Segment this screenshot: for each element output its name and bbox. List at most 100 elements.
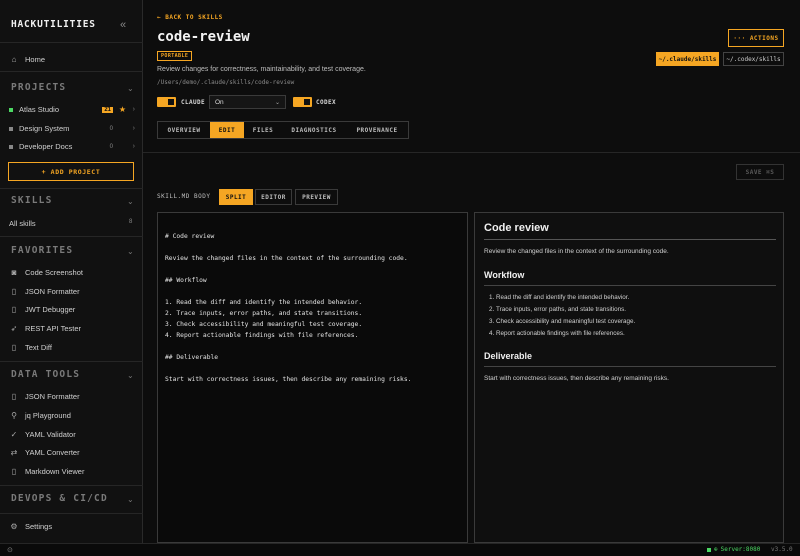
sidebar-item-text-diff[interactable]: ▯ Text Diff	[9, 343, 52, 352]
main-content: ← BACK TO SKILLS code-review PORTABLE Re…	[143, 0, 800, 543]
chevron-right-icon[interactable]: ›	[133, 106, 135, 113]
tab-files[interactable]: FILES	[244, 122, 282, 138]
project-item-atlas-studio[interactable]: Atlas Studio 21 ★ ›	[9, 105, 137, 114]
codex-toggle-label: CODEX	[316, 99, 337, 106]
check-icon: ✓	[10, 430, 18, 439]
chevron-down-icon: ⌄	[274, 99, 280, 106]
preview-steps-list: Read the diff and identify the intended …	[484, 294, 774, 337]
chevron-down-icon[interactable]: ⌄	[127, 247, 134, 256]
sidebar-item-label: JSON Formatter	[25, 392, 80, 401]
sidebar-item-yaml-converter[interactable]: ⇄ YAML Converter	[9, 448, 80, 457]
home-icon: ⌂	[11, 55, 17, 64]
tab-diagnostics[interactable]: DIAGNOSTICS	[282, 122, 346, 138]
project-count-badge: 21	[102, 106, 113, 113]
preview-subheading-deliverable: Deliverable	[484, 351, 776, 367]
chevron-right-icon[interactable]: ›	[133, 143, 135, 150]
view-preview-button[interactable]: PREVIEW	[295, 189, 338, 205]
app-version: v3.5.0	[771, 546, 793, 553]
globe-icon: ⊕	[714, 546, 718, 553]
sidebar-item-settings[interactable]: ⚙ Settings	[9, 522, 52, 531]
claude-toggle[interactable]	[157, 97, 176, 107]
sidebar-item-json-formatter[interactable]: ▯ JSON Formatter	[9, 287, 80, 296]
sidebar-item-label: YAML Validator	[25, 430, 76, 439]
sidebar-item-code-screenshot[interactable]: ◙ Code Screenshot	[9, 268, 83, 277]
chevron-right-icon[interactable]: ›	[133, 125, 135, 132]
data-tools-section-title[interactable]: DATA TOOLS	[11, 369, 80, 380]
sidebar-item-markdown-viewer[interactable]: ▯ Markdown Viewer	[9, 467, 85, 476]
project-name: Design System	[19, 124, 70, 133]
codex-toggle[interactable]	[293, 97, 312, 107]
save-button[interactable]: SAVE ⌘S	[736, 164, 784, 180]
add-project-button[interactable]: + ADD PROJECT	[8, 162, 134, 181]
sidebar-item-all-skills[interactable]: All skills	[9, 219, 36, 228]
view-editor-button[interactable]: EDITOR	[255, 189, 292, 205]
tab-overview[interactable]: OVERVIEW	[158, 122, 210, 138]
projects-section-title[interactable]: PROJECTS	[11, 82, 66, 93]
file-icon: ▯	[11, 305, 17, 314]
back-to-skills-link[interactable]: ← BACK TO SKILLS	[157, 14, 223, 21]
sidebar-item-yaml-validator[interactable]: ✓ YAML Validator	[9, 430, 76, 439]
preview-paragraph: Start with correctness issues, then desc…	[484, 375, 669, 382]
codex-skills-chip[interactable]: ~/.codex/skills	[723, 52, 784, 66]
search-icon: ⚲	[11, 411, 17, 420]
chevron-down-icon[interactable]: ⌄	[127, 371, 134, 380]
sidebar-item-home[interactable]: ⌂ Home	[9, 55, 45, 64]
sidebar-item-json-formatter-2[interactable]: ▯ JSON Formatter	[9, 392, 80, 401]
tab-provenance[interactable]: PROVENANCE	[346, 122, 408, 138]
sidebar-item-rest-api-tester[interactable]: ➶ REST API Tester	[9, 324, 81, 333]
claude-mode-select[interactable]: On ⌄	[209, 95, 286, 109]
preview-subheading-workflow: Workflow	[484, 270, 776, 286]
sidebar-item-jwt-debugger[interactable]: ▯ JWT Debugger	[9, 305, 76, 314]
project-status-dot	[9, 126, 13, 131]
file-icon: ▯	[11, 467, 17, 476]
star-icon[interactable]: ★	[119, 105, 126, 114]
divider	[0, 513, 143, 514]
skill-description: Review changes for correctness, maintain…	[157, 66, 366, 73]
sidebar-item-label: Settings	[25, 522, 53, 531]
list-item: Trace inputs, error paths, and state tra…	[496, 306, 774, 313]
sidebar-item-label: Text Diff	[25, 343, 52, 352]
sidebar-item-label: Home	[25, 55, 46, 64]
sidebar-item-jq-playground[interactable]: ⚲ jq Playground	[9, 411, 71, 420]
project-status-dot	[9, 107, 13, 112]
skill-path: /Users/demo/.claude/skills/code-review	[157, 79, 295, 86]
sidebar-item-label: REST API Tester	[25, 324, 81, 333]
markdown-preview: Code review Review the changed files in …	[474, 212, 784, 543]
sidebar-item-label: JSON Formatter	[25, 287, 80, 296]
settings-icon[interactable]: ⊙	[7, 546, 13, 554]
skills-section-title[interactable]: SKILLS	[11, 195, 53, 206]
gear-icon: ⚙	[10, 522, 18, 531]
select-value: On	[215, 98, 224, 106]
project-count: 0	[109, 125, 113, 132]
actions-button[interactable]: ··· ACTIONS	[728, 29, 784, 47]
devops-section-title[interactable]: DEVOPS & CI/CD	[11, 493, 108, 504]
divider	[143, 152, 800, 153]
preview-paragraph: Review the changed files in the context …	[484, 248, 669, 255]
brand-logo: HACKUTILITIES	[11, 19, 96, 30]
project-item-developer-docs[interactable]: Developer Docs 0 ›	[9, 142, 137, 151]
project-item-design-system[interactable]: Design System 0 ›	[9, 124, 137, 133]
tab-bar: OVERVIEW EDIT FILES DIAGNOSTICS PROVENAN…	[157, 121, 409, 139]
file-icon: ▯	[11, 392, 17, 401]
sidebar-item-label: jq Playground	[25, 411, 71, 420]
tab-edit[interactable]: EDIT	[210, 122, 244, 138]
sidebar: HACKUTILITIES « ⌂ Home PROJECTS ⌄ Atlas …	[0, 0, 143, 543]
sidebar-item-label: YAML Converter	[25, 448, 80, 457]
portable-badge: PORTABLE	[157, 51, 193, 61]
chevron-down-icon[interactable]: ⌄	[127, 197, 134, 206]
server-label: Server:8080	[720, 546, 761, 553]
project-count: 0	[109, 143, 113, 150]
chevron-down-icon[interactable]: ⌄	[127, 495, 134, 504]
list-item: Report actionable findings with file ref…	[496, 330, 774, 337]
markdown-editor[interactable]: # Code review Review the changed files i…	[157, 212, 468, 543]
claude-skills-chip[interactable]: ~/.claude/skills	[656, 52, 719, 66]
all-skills-count: 8	[129, 219, 133, 225]
divider	[0, 188, 143, 189]
view-split-button[interactable]: SPLIT	[219, 189, 253, 205]
favorites-section-title[interactable]: FAVORITES	[11, 245, 73, 256]
divider	[0, 71, 143, 72]
convert-icon: ⇄	[10, 448, 18, 457]
rocket-icon: ➶	[10, 324, 18, 333]
chevron-down-icon[interactable]: ⌄	[127, 84, 134, 93]
collapse-sidebar-icon[interactable]: «	[120, 19, 126, 31]
